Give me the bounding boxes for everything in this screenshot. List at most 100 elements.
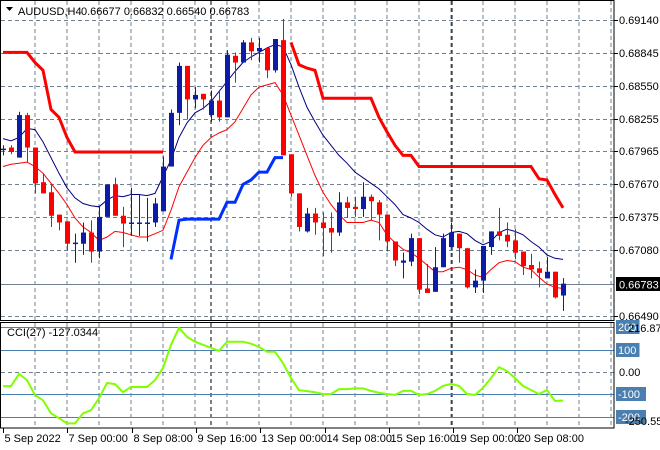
current-price-label: 0.66783	[619, 280, 659, 292]
candle-bullish	[161, 166, 166, 212]
price-axis-label: 0.67670	[619, 179, 659, 191]
candle-bullish	[545, 271, 550, 279]
time-axis-label: 14 Sep 08:00	[327, 433, 392, 445]
candle-bullish	[473, 280, 478, 288]
candle-bearish	[281, 40, 286, 156]
candle-bullish	[305, 213, 310, 232]
price-axis-label: 0.67080	[619, 245, 659, 257]
candle-bullish	[129, 222, 134, 224]
candle-bearish	[529, 264, 534, 270]
time-axis-label: 9 Sep 16:00	[198, 433, 257, 445]
candle-bearish	[513, 240, 518, 253]
candle-bearish	[537, 268, 542, 273]
time-axis-label: 7 Sep 00:00	[69, 433, 128, 445]
cci-title: CCI(27) -127.0344	[7, 327, 98, 339]
candle-bearish	[49, 192, 54, 216]
candle-bearish	[121, 215, 126, 224]
candle-bullish	[441, 238, 446, 268]
cci-indicator	[1, 326, 614, 425]
main-chart-frame	[0, 0, 615, 321]
price-axis-label: 0.67965	[619, 146, 659, 158]
candle-bullish	[81, 232, 86, 244]
candle-bullish	[361, 196, 366, 210]
symbol-label: AUDUSD,H4	[18, 6, 82, 18]
candle-bearish	[201, 93, 206, 100]
candle-bearish	[265, 47, 270, 71]
stop-line-upper	[289, 41, 565, 209]
cci-axis-label: 0.00	[619, 367, 640, 379]
candle-bearish	[313, 213, 318, 223]
candle-bearish	[369, 196, 374, 202]
candle-bullish	[561, 283, 566, 296]
candle-bullish	[145, 222, 150, 224]
candle-bullish	[209, 100, 214, 116]
time-axis-label: 5 Sep 2022	[5, 433, 61, 445]
candle-bullish	[137, 222, 142, 224]
candle-bearish	[553, 271, 558, 298]
candle-bullish	[449, 232, 454, 248]
candle-bullish	[433, 267, 438, 292]
candle-bullish	[273, 39, 278, 71]
chart-canvas[interactable]: 0.69140 0.68845 0.68550 0.68255 0.67965 0.676…	[0, 0, 660, 450]
candle-bullish	[489, 231, 494, 248]
candle-bearish	[321, 222, 326, 229]
ohlc-label: 0.66677 0.66832 0.66540 0.66783	[81, 6, 249, 18]
candle-bearish	[33, 147, 38, 184]
candle-bearish	[497, 231, 502, 236]
candle-bullish	[409, 238, 414, 262]
candle-bullish	[225, 54, 230, 118]
candle-bearish	[465, 248, 470, 288]
candle-bullish	[73, 242, 78, 245]
candle-bullish	[257, 47, 262, 52]
candle-bearish	[505, 234, 510, 242]
cci-min-label: -250.5589	[625, 416, 660, 428]
candle-bullish	[241, 42, 246, 63]
candle-bearish	[521, 251, 526, 267]
candle-bullish	[337, 202, 342, 233]
cci-max-label: 216.8732	[628, 323, 660, 335]
price-axis-label: 0.67375	[619, 212, 659, 224]
candle-bearish	[385, 214, 390, 242]
candle-bullish	[153, 203, 158, 223]
candle-bullish	[401, 260, 406, 263]
cci-level-badge-label: 100	[618, 345, 636, 357]
candle-bearish	[393, 241, 398, 261]
candle-bearish	[329, 228, 334, 233]
chart-header: AUDUSD,H4 0.66677 0.66832 0.66540 0.6678…	[6, 6, 249, 18]
candle-bearish	[417, 238, 422, 290]
candle-bullish	[17, 115, 22, 158]
candle-bearish	[89, 232, 94, 252]
candle-bearish	[57, 214, 62, 223]
candle-bearish	[65, 221, 70, 244]
price-axis-label: 0.68845	[619, 48, 659, 60]
candles	[1, 18, 566, 311]
candle-bullish	[105, 184, 110, 217]
candle-bearish	[41, 182, 46, 194]
candle-bearish	[353, 206, 358, 210]
candle-bearish	[233, 55, 238, 63]
candle-bearish	[25, 115, 30, 148]
price-axis-label: 0.68255	[619, 114, 659, 126]
triangle-down-icon[interactable]	[6, 7, 13, 11]
candle-bearish	[377, 202, 382, 215]
time-axis-label: 13 Sep 00:00	[262, 433, 327, 445]
candle-bullish	[169, 112, 174, 167]
candle-bearish	[113, 184, 118, 216]
candle-bearish	[185, 65, 190, 100]
candle-bearish	[9, 147, 14, 152]
price-axis-label: 0.69140	[619, 15, 659, 27]
candle-bearish	[345, 202, 350, 208]
candle-bullish	[193, 94, 198, 100]
candle-bullish	[177, 65, 182, 113]
candle-bullish	[1, 148, 6, 151]
candle-bearish	[297, 193, 302, 227]
price-axis-label: 0.68550	[619, 81, 659, 93]
candle-bearish	[457, 233, 462, 249]
cci-level-badge-label: -100	[618, 389, 640, 401]
candle-bullish	[97, 216, 102, 252]
candle-bearish	[249, 42, 254, 52]
time-axis-label: 20 Sep 08:00	[519, 433, 584, 445]
time-axis-label: 19 Sep 00:00	[455, 433, 520, 445]
candle-bearish	[217, 100, 222, 118]
time-axis-label: 15 Sep 16:00	[391, 433, 456, 445]
